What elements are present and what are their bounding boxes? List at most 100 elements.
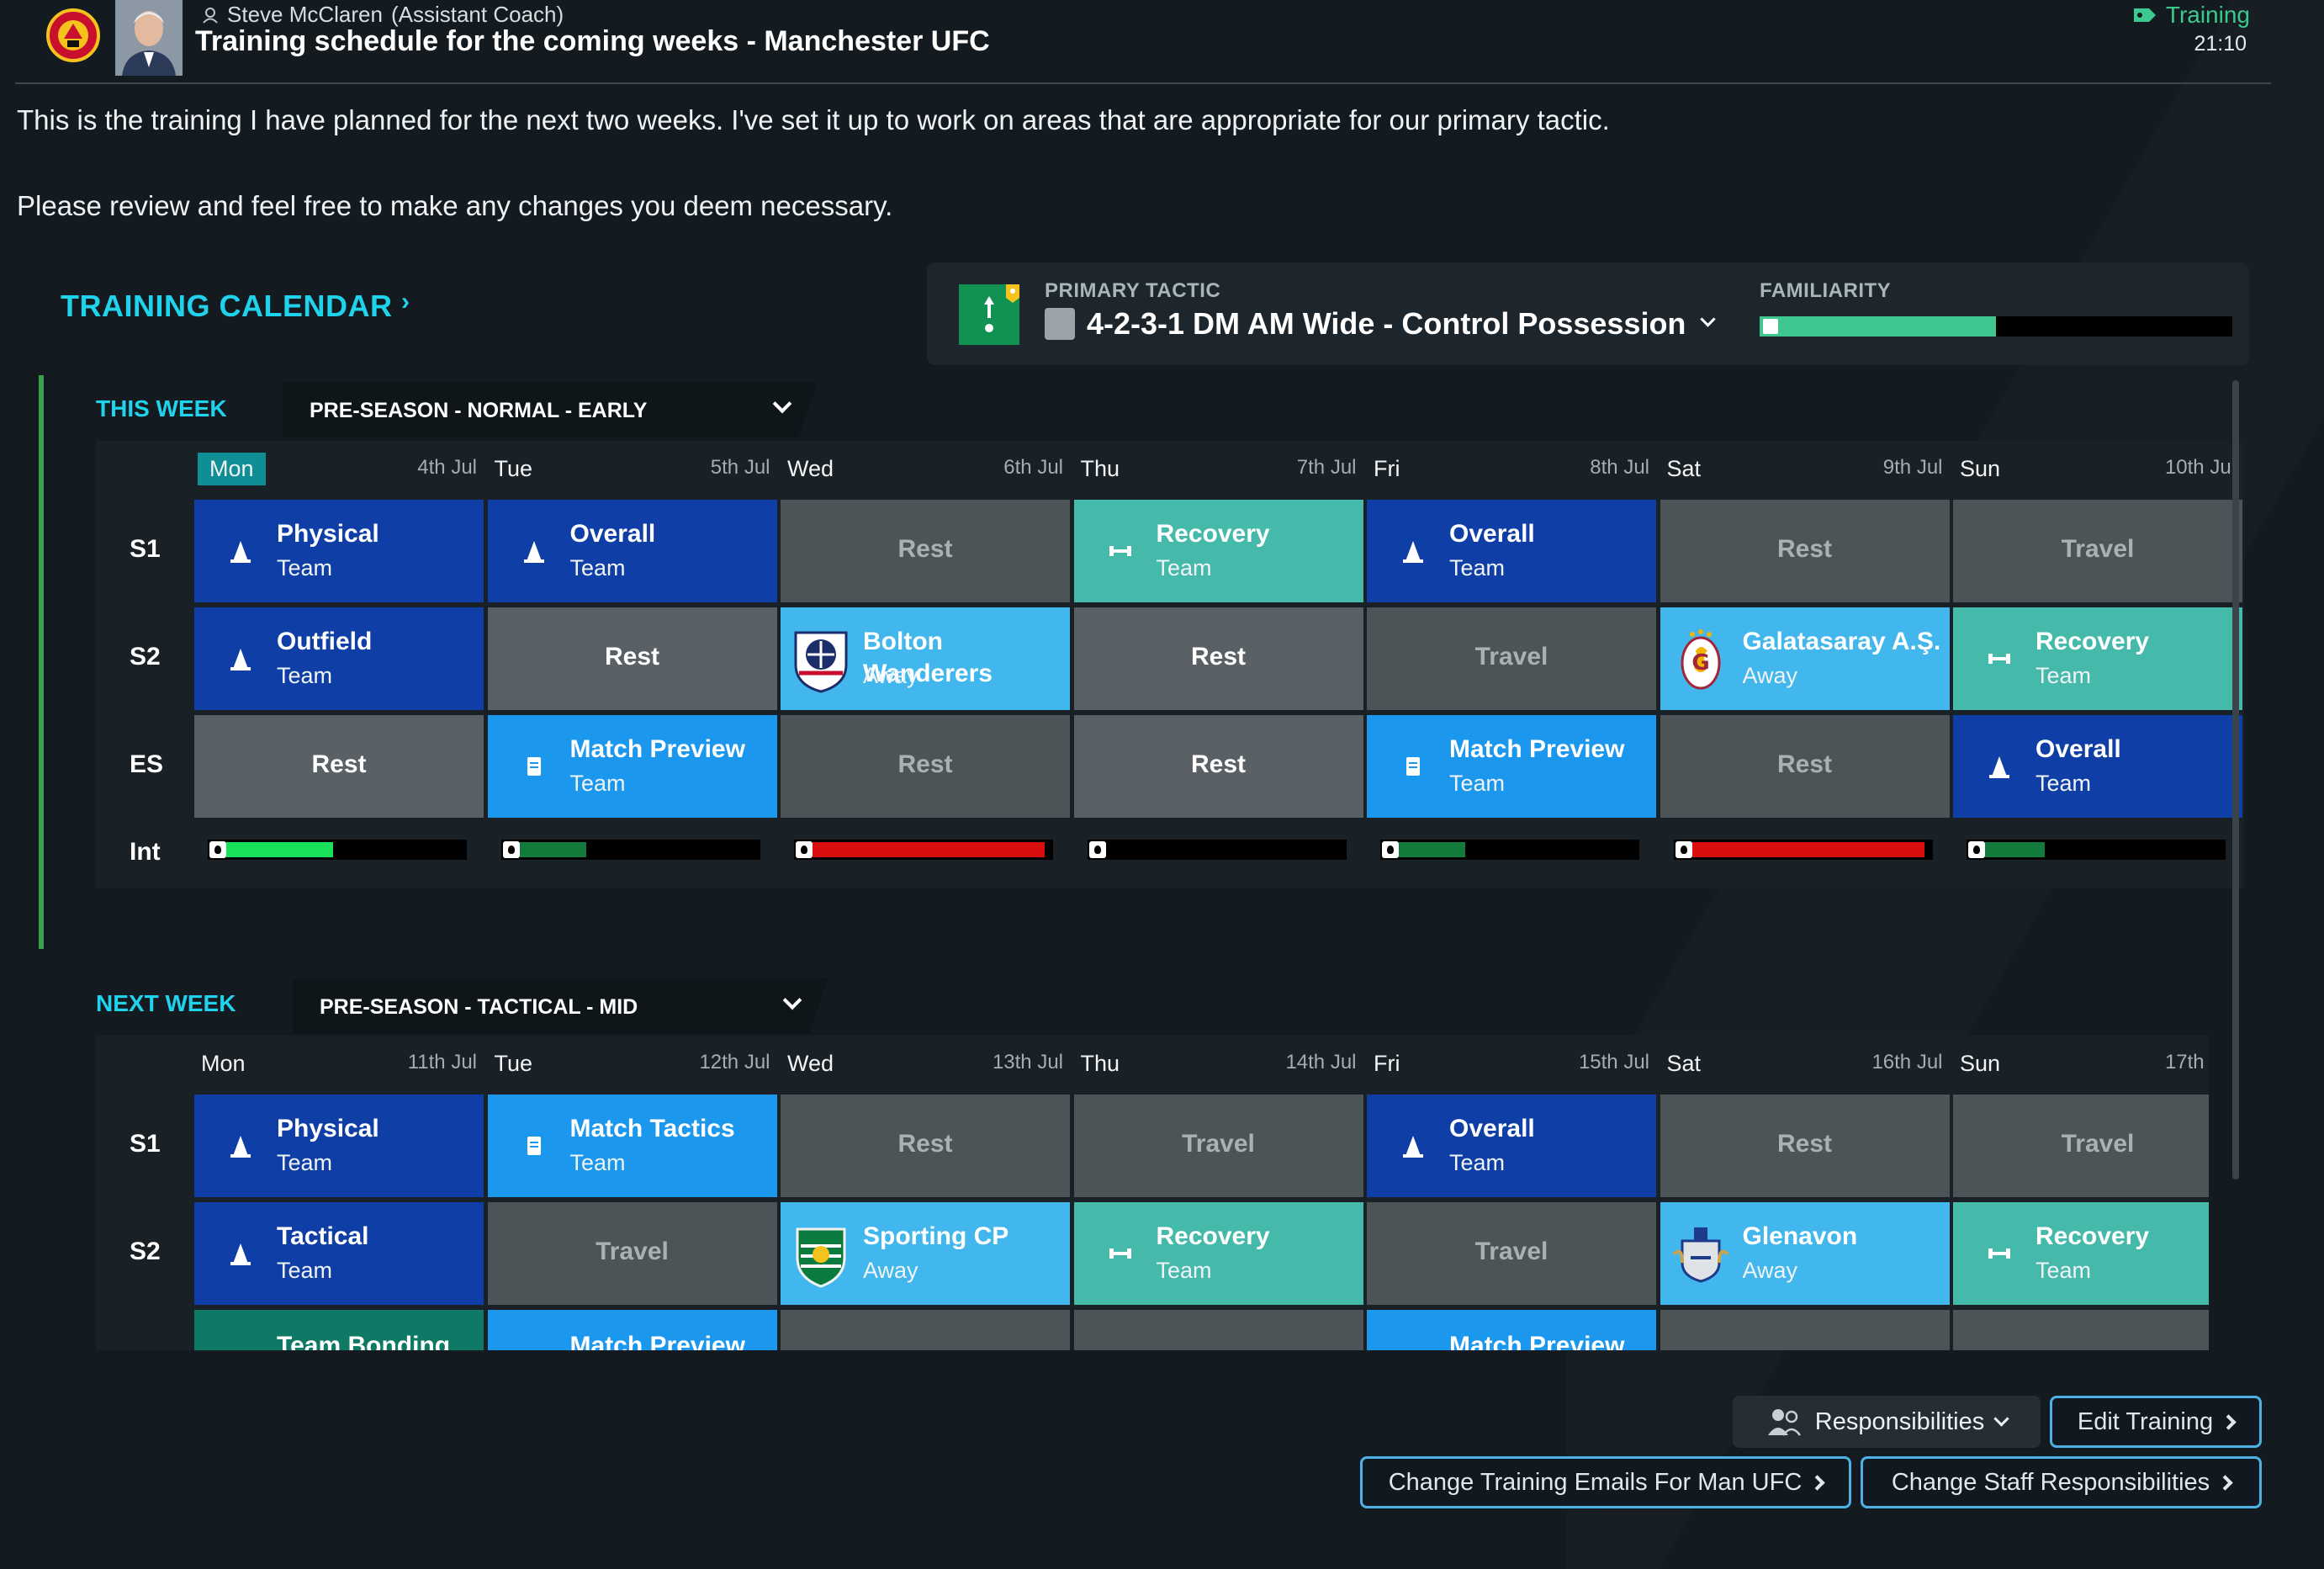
day-name: Fri [1374, 1051, 1400, 1076]
this-week-schedule-dropdown[interactable]: PRE-SEASON - NORMAL - EARLY [283, 382, 818, 437]
session-title: Rest [1776, 1130, 1833, 1158]
session-title: Rest [1776, 535, 1833, 563]
training-session-cell[interactable]: Sporting CP Away [781, 1202, 1070, 1305]
next-week-section: NEXT WEEK PRE-SEASON - TACTICAL - MID Mo… [39, 970, 2209, 1350]
this-week-label: THIS WEEK [96, 395, 227, 421]
training-session-cell[interactable]: Travel [1073, 1095, 1363, 1197]
change-training-emails-label: Change Training Emails For Man UFC [1388, 1468, 1803, 1496]
session-subtitle: Team [1156, 555, 1212, 580]
session-title: Match Preview [569, 735, 745, 763]
training-session-cell[interactable]: Match Preview Team [487, 715, 777, 818]
training-session-cell[interactable] [1953, 1310, 2209, 1350]
edit-training-label: Edit Training [2077, 1407, 2214, 1435]
training-session-cell[interactable]: Travel [487, 1202, 777, 1305]
training-session-cell[interactable]: Travel [1953, 500, 2242, 602]
session-title: Overall [569, 520, 656, 548]
session-title: Sporting CP [863, 1222, 1009, 1250]
sender-name[interactable]: Steve McClaren [227, 2, 383, 28]
training-session-cell[interactable]: Rest [781, 1095, 1070, 1197]
day-date: 12th Jul [699, 1051, 770, 1073]
familiarity-fill [1760, 316, 1996, 337]
training-session-cell[interactable]: Rest [781, 500, 1070, 602]
session-title: Match Tactics [569, 1115, 735, 1142]
familiarity-icon [1763, 319, 1778, 334]
chevron-down-icon [782, 990, 802, 1010]
training-session-cell[interactable]: Rest [194, 715, 484, 818]
training-session-cell[interactable]: Recovery Team [1953, 1202, 2209, 1305]
training-session-cell[interactable] [781, 1310, 1070, 1350]
day-header-thu: Thu 14th Jul [1074, 1036, 1363, 1086]
day-date: 6th Jul [1003, 456, 1063, 479]
training-session-cell[interactable]: Overall Team [1953, 715, 2242, 818]
training-session-cell[interactable]: Match Tactics Team [487, 1095, 777, 1197]
training-session-cell[interactable] [1660, 1310, 1950, 1350]
change-staff-responsibilities-button[interactable]: Change Staff Responsibilities [1861, 1456, 2262, 1508]
session-title: Travel [1474, 1238, 1548, 1265]
training-session-cell[interactable]: Tactical Team [194, 1202, 484, 1305]
next-week-schedule-dropdown[interactable]: PRE-SEASON - TACTICAL - MID [293, 978, 828, 1034]
intensity-bar [794, 840, 1053, 860]
tactic-selector[interactable]: 4-2-3-1 DM AM Wide - Control Possession [1045, 306, 1717, 342]
training-session-cell[interactable]: Rest [1660, 500, 1950, 602]
training-session-cell[interactable]: Overall Team [487, 500, 777, 602]
training-session-cell[interactable]: Rest [1660, 1095, 1950, 1197]
training-session-cell[interactable] [1073, 1310, 1363, 1350]
session-title: Match Preview [569, 1332, 745, 1350]
sender-avatar[interactable] [115, 0, 183, 76]
day-name: Sat [1666, 456, 1702, 481]
intensity-bar [208, 840, 467, 860]
training-session-cell[interactable]: Match Preview [1367, 1310, 1656, 1350]
training-session-cell[interactable]: Rest [487, 607, 777, 710]
training-session-cell[interactable]: Glenavon Away [1660, 1202, 1950, 1305]
session-title: Travel [1474, 643, 1548, 671]
training-session-cell[interactable]: Match Preview [487, 1310, 777, 1350]
sender-role: (Assistant Coach) [390, 2, 564, 27]
session-subtitle: Away [863, 663, 918, 688]
familiarity-bar[interactable] [1760, 316, 2232, 337]
session-subtitle: Team [569, 555, 626, 580]
training-session-cell[interactable]: Rest [1073, 607, 1363, 710]
session-subtitle: Team [2035, 771, 2092, 796]
current-week-accent [39, 375, 44, 949]
training-session-cell[interactable]: Rest [1660, 715, 1950, 818]
training-session-cell[interactable]: Rest [781, 715, 1070, 818]
training-session-cell[interactable]: Travel [1953, 1095, 2209, 1197]
training-session-cell[interactable]: Outfield Team [194, 607, 484, 710]
training-session-cell[interactable]: Match Preview Team [1367, 715, 1656, 818]
training-session-cell[interactable]: Recovery Team [1073, 500, 1363, 602]
training-session-cell[interactable]: Rest [1073, 715, 1363, 818]
training-session-cell[interactable]: Travel [1367, 1202, 1656, 1305]
chevron-right-icon [2217, 1474, 2233, 1491]
training-session-cell[interactable]: Physical Team [194, 1095, 484, 1197]
day-name: Fri [1374, 456, 1400, 481]
session-title: Match Preview [1449, 1332, 1625, 1350]
session-subtitle: Team [1449, 771, 1506, 796]
session-label: S1 [130, 535, 161, 563]
intensity-icon [1382, 841, 1399, 858]
day-header-sun: Sun 17th Jul [1953, 1036, 2209, 1086]
training-session-cell[interactable]: Recovery Team [1073, 1202, 1363, 1305]
staff-icon [1767, 1409, 1801, 1436]
training-session-cell[interactable]: Bolton Wanderers Away [781, 607, 1070, 710]
responsibilities-dropdown[interactable]: Responsibilities [1733, 1396, 2041, 1448]
edit-training-button[interactable]: Edit Training [2050, 1396, 2262, 1448]
session-subtitle: Away [1742, 1258, 1798, 1283]
session-title: Overall [1449, 520, 1535, 548]
training-session-cell[interactable]: Physical Team [194, 500, 484, 602]
day-date: 9th Jul [1882, 456, 1943, 479]
training-session-cell[interactable]: Travel [1367, 607, 1656, 710]
calendar-scrollbar[interactable] [2232, 380, 2239, 1179]
tag-icon [2133, 8, 2156, 22]
day-date: 8th Jul [1590, 456, 1649, 479]
training-session-cell[interactable]: G Galatasaray A.Ş. Away [1660, 607, 1950, 710]
session-title: Outfield [277, 628, 373, 655]
session-title: Recovery [1156, 1222, 1270, 1250]
change-training-emails-button[interactable]: Change Training Emails For Man UFC [1360, 1456, 1851, 1508]
training-session-cell[interactable]: Recovery Team [1953, 607, 2242, 710]
training-calendar-link[interactable]: TRAINING CALENDAR › [61, 288, 410, 324]
day-header-mon: Mon 4th Jul [194, 441, 484, 491]
training-session-cell[interactable]: Overall Team [1367, 500, 1656, 602]
training-session-cell[interactable]: Overall Team [1367, 1095, 1656, 1197]
day-header-fri: Fri 8th Jul [1367, 441, 1656, 491]
training-session-cell[interactable]: Team Bonding [194, 1310, 484, 1350]
